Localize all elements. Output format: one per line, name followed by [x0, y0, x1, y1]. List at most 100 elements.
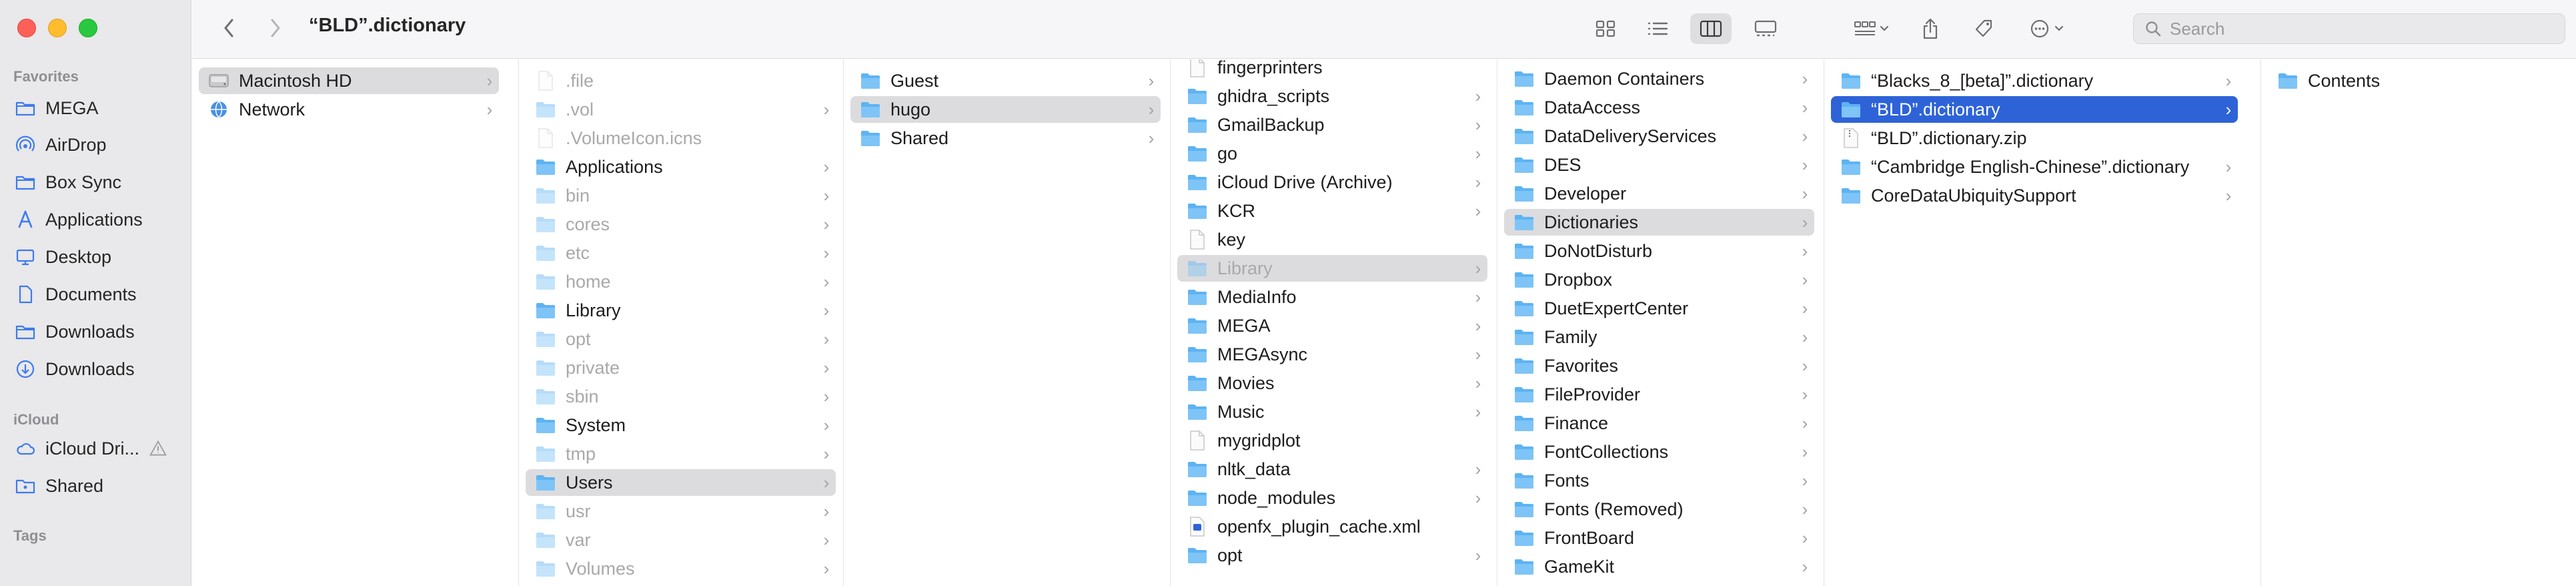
list-item[interactable]: Daemon Containers › [1504, 65, 1814, 92]
list-item[interactable]: Developer › [1504, 180, 1814, 207]
list-item[interactable]: .VolumeIcon.icns [526, 125, 836, 152]
sidebar-item-downloads-folder[interactable]: Downloads [15, 317, 181, 346]
list-item[interactable]: FontCollections › [1504, 438, 1814, 465]
close-window-button[interactable] [17, 19, 36, 37]
list-item[interactable]: Dictionaries › [1504, 209, 1814, 236]
list-item[interactable]: DoNotDisturb › [1504, 238, 1814, 264]
chevron-right-icon: › [823, 386, 830, 406]
list-item[interactable]: FrontBoard › [1504, 525, 1814, 551]
list-item[interactable]: .vol › [526, 96, 836, 123]
list-item[interactable]: “Blacks_8_[beta]”.dictionary › [1831, 67, 2238, 94]
more-actions-button[interactable] [2022, 13, 2076, 44]
list-item[interactable]: Volumes › [526, 555, 836, 582]
list-item[interactable]: Applications › [526, 154, 836, 180]
list-item[interactable]: Dropbox › [1504, 266, 1814, 293]
sidebar-item-downloads[interactable]: Downloads [15, 354, 181, 384]
list-item[interactable]: Contents [2268, 67, 2561, 94]
list-item[interactable]: DataAccess › [1504, 94, 1814, 121]
list-item[interactable]: fingerprinters [1177, 59, 1487, 81]
list-item[interactable]: DuetExpertCenter › [1504, 295, 1814, 322]
list-item[interactable]: System › [526, 412, 836, 438]
item-label: KCR [1217, 200, 1256, 221]
list-item[interactable]: FileProvider › [1504, 381, 1814, 408]
list-item[interactable]: MEGA › [1177, 312, 1487, 339]
group-by-button[interactable] [1845, 13, 1898, 44]
list-item[interactable]: go › [1177, 140, 1487, 167]
list-item[interactable]: nltk_data › [1177, 456, 1487, 483]
list-item[interactable]: private › [526, 354, 836, 381]
icon-view-button[interactable] [1586, 13, 1625, 44]
list-item[interactable]: Guest › [850, 67, 1161, 94]
grid-icon [1595, 20, 1616, 37]
list-item[interactable]: hugo › [850, 96, 1161, 123]
list-item[interactable]: cores › [526, 211, 836, 238]
forward-button[interactable] [262, 13, 289, 43]
share-button[interactable] [1912, 13, 1949, 44]
list-item[interactable]: Music › [1177, 398, 1487, 425]
column-view-button[interactable] [1690, 13, 1732, 44]
list-item[interactable]: Favorites › [1504, 352, 1814, 379]
list-item[interactable]: Movies › [1177, 370, 1487, 396]
list-item[interactable]: ghidra_scripts › [1177, 83, 1487, 109]
list-item[interactable]: Fonts › [1504, 467, 1814, 494]
item-label: Music [1217, 401, 1265, 422]
list-item[interactable]: sbin › [526, 383, 836, 410]
minimize-window-button[interactable] [48, 19, 67, 37]
list-item[interactable]: MEGAsync › [1177, 341, 1487, 368]
list-item[interactable]: Users › [526, 469, 836, 496]
list-item[interactable]: tmp › [526, 441, 836, 467]
sidebar-item-box-sync[interactable]: Box Sync [15, 168, 181, 197]
list-item[interactable]: KCR › [1177, 198, 1487, 224]
list-item[interactable]: “BLD”.dictionary.zip [1831, 125, 2238, 152]
list-item[interactable]: node_modules › [1177, 485, 1487, 511]
item-label: Finance [1544, 412, 1609, 433]
list-item[interactable]: opt › [1177, 542, 1487, 569]
gallery-view-button[interactable] [1745, 13, 1786, 44]
back-button[interactable] [215, 13, 242, 43]
list-item[interactable]: DataDeliveryServices › [1504, 123, 1814, 150]
item-label: tmp [566, 443, 596, 464]
list-view-button[interactable] [1638, 13, 1677, 44]
sidebar-item-icloud-drive[interactable]: iCloud Dri... [15, 434, 181, 463]
list-item[interactable]: MediaInfo › [1177, 284, 1487, 310]
list-item[interactable]: home › [526, 268, 836, 295]
list-item[interactable]: Library › [1177, 255, 1487, 282]
list-item[interactable]: mygridplot [1177, 427, 1487, 454]
list-item[interactable]: Family › [1504, 324, 1814, 350]
item-label: .VolumeIcon.icns [566, 127, 702, 148]
sidebar-item-applications[interactable]: Applications [15, 205, 181, 234]
list-item[interactable]: Library › [526, 297, 836, 324]
list-item[interactable]: iCloud Drive (Archive) › [1177, 169, 1487, 196]
list-item[interactable]: DES › [1504, 152, 1814, 178]
search-field[interactable] [2133, 13, 2565, 44]
list-item[interactable]: .file [526, 67, 836, 94]
list-item[interactable]: Fonts (Removed) › [1504, 496, 1814, 523]
list-item[interactable]: openfx_plugin_cache.xml [1177, 513, 1487, 540]
list-item[interactable]: key [1177, 226, 1487, 253]
chevron-right-icon: › [1475, 401, 1481, 422]
sidebar-item-desktop[interactable]: Desktop [15, 242, 181, 272]
search-input[interactable] [2170, 18, 2557, 39]
list-item[interactable]: etc › [526, 240, 836, 266]
list-item[interactable]: Network › [199, 96, 499, 123]
list-item[interactable]: Macintosh HD › [199, 67, 499, 94]
sidebar-item-documents[interactable]: Documents [15, 280, 181, 309]
list-item[interactable]: CoreDataUbiquitySupport › [1831, 182, 2238, 209]
list-item[interactable]: “Cambridge English-Chinese”.dictionary › [1831, 154, 2238, 180]
list-item[interactable]: var › [526, 527, 836, 553]
sidebar-item-mega[interactable]: MEGA [15, 93, 181, 123]
list-item[interactable]: Shared › [850, 125, 1161, 152]
list-item[interactable]: opt › [526, 326, 836, 352]
list-item[interactable]: bin › [526, 182, 836, 209]
zoom-window-button[interactable] [79, 19, 97, 37]
list-item[interactable]: GameKit › [1504, 553, 1814, 580]
list-item[interactable]: Finance › [1504, 410, 1814, 436]
list-item[interactable]: usr › [526, 498, 836, 525]
tags-button[interactable] [1965, 13, 2002, 44]
sidebar-item-label: Downloads [45, 358, 135, 379]
list-item[interactable]: GmailBackup › [1177, 111, 1487, 138]
sidebar-item-shared[interactable]: Shared [15, 471, 181, 501]
sidebar-item-airdrop[interactable]: AirDrop [15, 130, 181, 160]
chevron-right-icon: › [1475, 487, 1481, 508]
list-item[interactable]: “BLD”.dictionary › [1831, 96, 2238, 123]
